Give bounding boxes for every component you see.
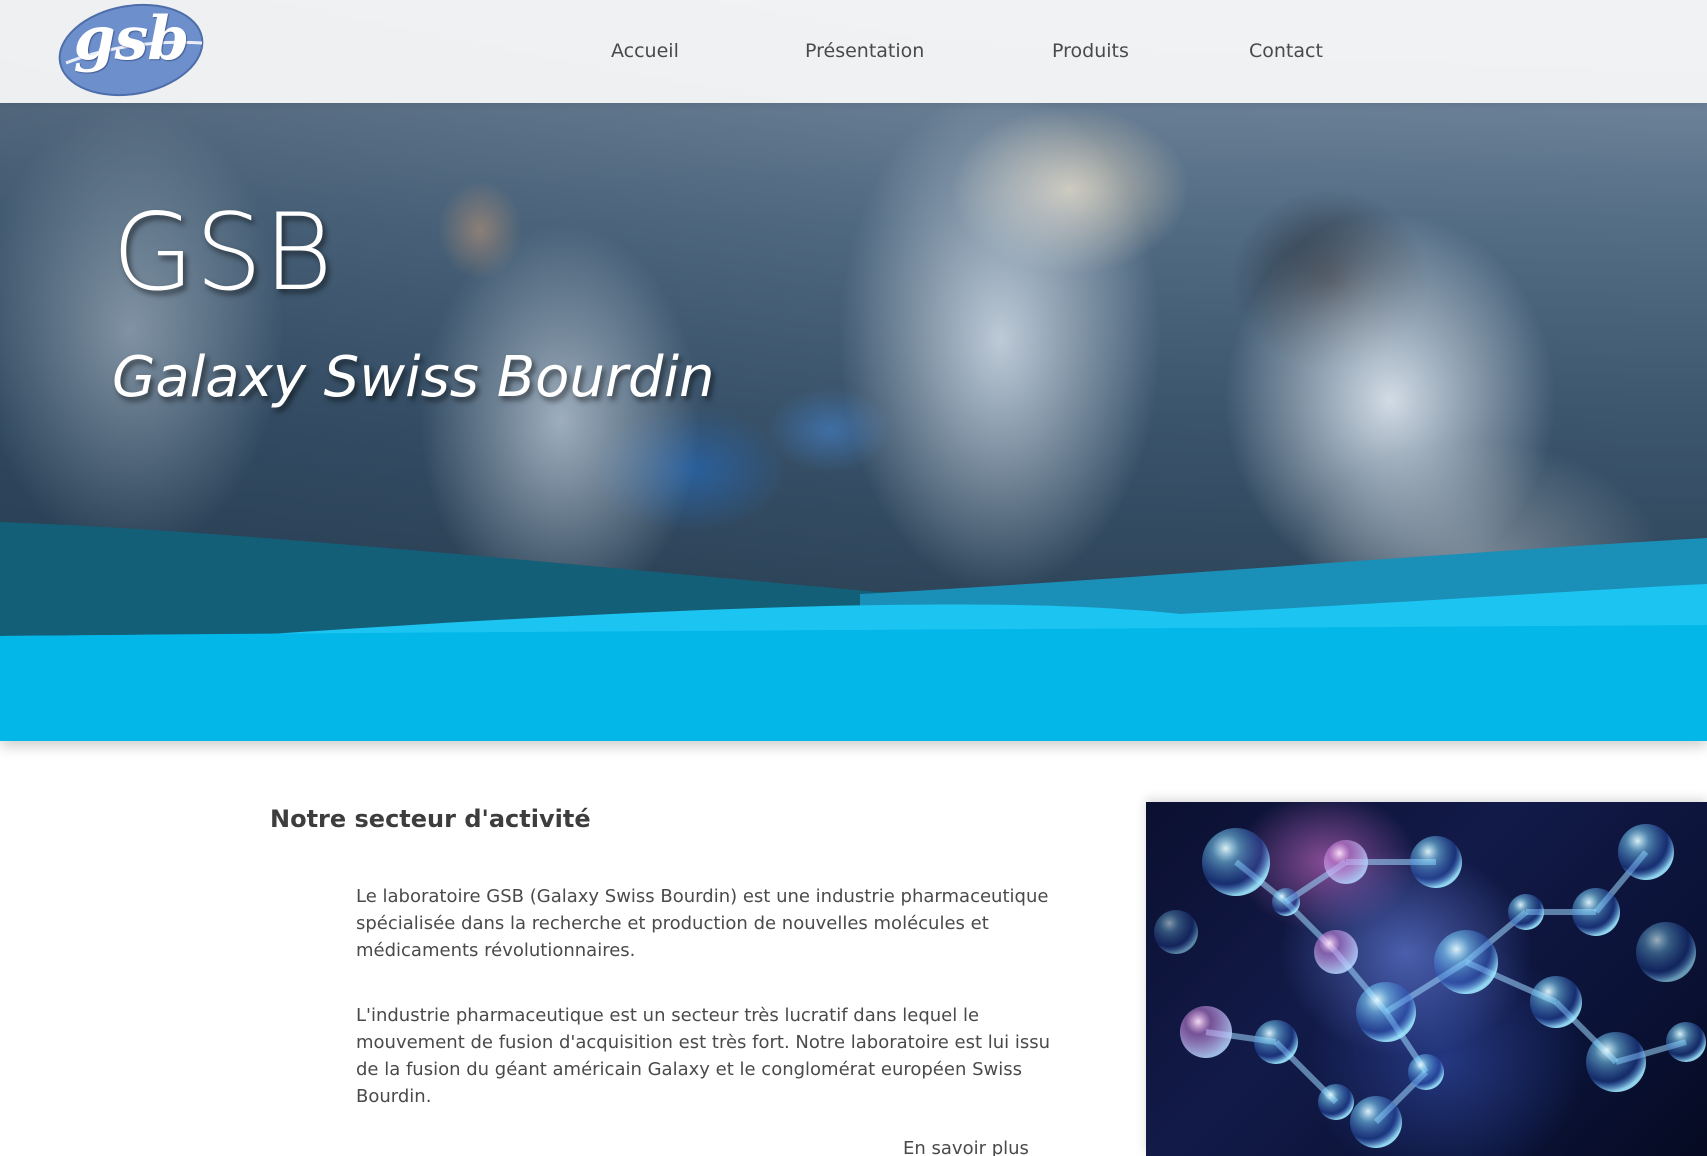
- molecule-illustration: [1146, 802, 1707, 1156]
- hero-banner: GSB Galaxy Swiss Bourdin: [0, 0, 1707, 741]
- paragraph-history: L'industrie pharmaceutique est un secteu…: [356, 1005, 1051, 1107]
- hero-subtitle: Galaxy Swiss Bourdin: [112, 345, 715, 410]
- gsb-logo[interactable]: gsb: [56, 3, 206, 97]
- hero-title: GSB: [112, 191, 334, 314]
- paragraph-intro: Le laboratoire GSB (Galaxy Swiss Bourdin…: [356, 886, 1049, 961]
- section-title: Notre secteur d'activité: [270, 805, 591, 833]
- nav-link-contact[interactable]: Contact: [1249, 40, 1323, 62]
- logo-text: gsb: [73, 4, 190, 74]
- nav-link-accueil[interactable]: Accueil: [611, 40, 679, 62]
- molecule-icon: [1154, 824, 1706, 1148]
- nav-link-presentation[interactable]: Présentation: [805, 40, 924, 62]
- more-link[interactable]: En savoir plus: [903, 1138, 1029, 1156]
- nav-link-produits[interactable]: Produits: [1052, 40, 1129, 62]
- navbar: gsb Accueil Présentation Produits Contac…: [0, 0, 1707, 103]
